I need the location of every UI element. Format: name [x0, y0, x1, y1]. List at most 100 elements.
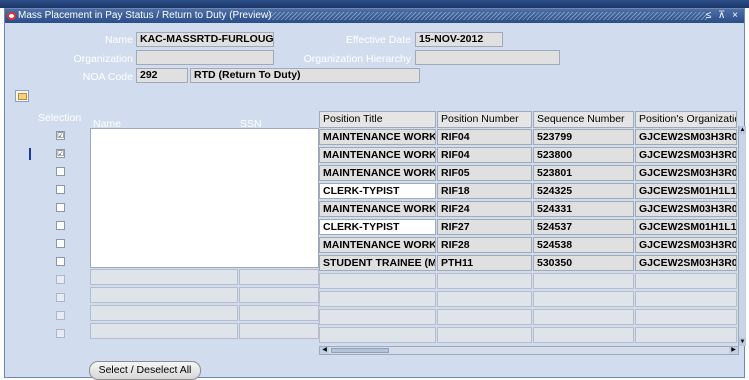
row-1-checkbox[interactable]: ☑: [56, 131, 65, 140]
empty-name-cell[interactable]: [90, 323, 238, 339]
row-6-checkbox[interactable]: [56, 221, 65, 230]
noa-code-label: NOA Code: [82, 71, 133, 83]
row-4-checkbox[interactable]: [56, 185, 65, 194]
horizontal-scrollbar[interactable]: ◀ ▶: [319, 346, 739, 355]
position-organization-header[interactable]: Position's Organization: [635, 111, 737, 128]
sequence-number-cell[interactable]: 523800: [533, 147, 634, 163]
position-title-header[interactable]: Position Title: [319, 111, 436, 128]
empty-cell[interactable]: [319, 327, 436, 343]
sequence-number-cell[interactable]: 523801: [533, 165, 634, 181]
organization-cell[interactable]: GJCEW2SM03H3R0JI: [635, 147, 737, 163]
empty-cell[interactable]: [635, 327, 737, 343]
position-title-cell[interactable]: MAINTENANCE WORKER: [319, 237, 436, 253]
noa-code-field[interactable]: 292: [136, 68, 188, 83]
row-7-checkbox[interactable]: [56, 239, 65, 248]
effective-date-field[interactable]: 15-NOV-2012: [415, 32, 503, 47]
title-hatch-decoration: [267, 12, 707, 20]
empty-cell[interactable]: [319, 273, 436, 289]
position-title-cell[interactable]: CLERK-TYPIST: [319, 183, 436, 199]
empty-cell[interactable]: [437, 291, 532, 307]
scroll-down-icon[interactable]: ▼: [739, 338, 746, 346]
position-title-cell[interactable]: MAINTENANCE WORKER: [319, 165, 436, 181]
row-3-checkbox[interactable]: [56, 167, 65, 176]
empty-cell[interactable]: [437, 273, 532, 289]
position-title-cell[interactable]: CLERK-TYPIST: [319, 219, 436, 235]
position-number-cell[interactable]: PTH11: [437, 255, 532, 271]
sequence-number-cell[interactable]: 524325: [533, 183, 634, 199]
empty-cell[interactable]: [533, 273, 634, 289]
empty-cell[interactable]: [533, 309, 634, 325]
empty-name-cell[interactable]: [90, 269, 238, 285]
organization-hierarchy-field[interactable]: [415, 50, 560, 65]
horizontal-scroll-thumb[interactable]: [331, 348, 389, 353]
organization-cell[interactable]: GJCEW2SM03H3R0JI: [635, 255, 737, 271]
sequence-number-cell[interactable]: 524537: [533, 219, 634, 235]
row-12-checkbox[interactable]: [56, 329, 65, 338]
empty-cell[interactable]: [437, 327, 532, 343]
effective-date-label: Effective Date: [345, 34, 411, 46]
empty-ssn-cell[interactable]: [239, 305, 319, 321]
empty-name-cell[interactable]: [90, 287, 238, 303]
empty-cell[interactable]: [533, 327, 634, 343]
row-2-checkbox[interactable]: ☑: [56, 149, 65, 158]
empty-ssn-cell[interactable]: [239, 287, 319, 303]
selection-header: Selection: [38, 112, 82, 124]
mass-placement-window: Mass Placement in Pay Status / Return to…: [4, 8, 746, 380]
organization-cell[interactable]: GJCEW2SM03H3R0JI: [635, 129, 737, 145]
scroll-up-icon[interactable]: ▲: [739, 126, 746, 134]
organization-cell[interactable]: GJCEW2SM03H3R0J/: [635, 165, 737, 181]
position-number-cell[interactable]: RIF28: [437, 237, 532, 253]
row-9-checkbox[interactable]: [56, 275, 65, 284]
select-deselect-all-button[interactable]: Select / Deselect All: [89, 361, 201, 380]
name-field[interactable]: KAC-MASSRTD-FURLOUGHN: [136, 32, 274, 47]
empty-name-cell[interactable]: [90, 305, 238, 321]
organization-cell[interactable]: GJCEW2SM01H1L15:: [635, 183, 737, 199]
empty-cell[interactable]: [437, 309, 532, 325]
name-ssn-panel: [90, 128, 319, 268]
scroll-left-icon[interactable]: ◀: [320, 347, 329, 354]
organization-cell[interactable]: GJCEW2SM01H1L15:: [635, 219, 737, 235]
sequence-number-header[interactable]: Sequence Number: [533, 111, 634, 128]
row-8-checkbox[interactable]: [56, 257, 65, 266]
organization-cell[interactable]: GJCEW2SM03H3R0J/: [635, 201, 737, 217]
position-number-cell[interactable]: RIF05: [437, 165, 532, 181]
sequence-number-cell[interactable]: 530350: [533, 255, 634, 271]
empty-cell[interactable]: [635, 273, 737, 289]
empty-cell[interactable]: [635, 309, 737, 325]
title-bar: Mass Placement in Pay Status / Return to…: [5, 9, 744, 23]
row-5-checkbox[interactable]: [56, 203, 65, 212]
sequence-number-cell[interactable]: 524538: [533, 237, 634, 253]
position-number-cell[interactable]: RIF18: [437, 183, 532, 199]
position-title-cell[interactable]: MAINTENANCE WORKER: [319, 129, 436, 145]
vertical-scrollbar[interactable]: ▲ ▼: [738, 126, 746, 346]
organization-field[interactable]: [136, 50, 274, 65]
position-number-header[interactable]: Position Number: [437, 111, 532, 128]
empty-cell[interactable]: [533, 291, 634, 307]
position-title-cell[interactable]: MAINTENANCE WORKER: [319, 147, 436, 163]
organization-label: Organization: [73, 53, 133, 65]
sequence-number-cell[interactable]: 523799: [533, 129, 634, 145]
folder-icon[interactable]: [15, 90, 29, 102]
maximize-icon[interactable]: ⊼: [718, 10, 727, 21]
current-row-indicator: [29, 148, 31, 160]
row-10-checkbox[interactable]: [56, 293, 65, 302]
empty-ssn-cell[interactable]: [239, 269, 319, 285]
sequence-number-cell[interactable]: 524331: [533, 201, 634, 217]
window-controls: ≤ ⊼ ×: [706, 9, 740, 23]
empty-cell[interactable]: [319, 309, 436, 325]
position-number-cell[interactable]: RIF27: [437, 219, 532, 235]
position-title-cell[interactable]: STUDENT TRAINEE (MAIN: [319, 255, 436, 271]
oracle-window-icon: [7, 12, 16, 20]
position-title-cell[interactable]: MAINTENANCE WORKER: [319, 201, 436, 217]
scroll-right-icon[interactable]: ▶: [729, 347, 738, 354]
empty-ssn-cell[interactable]: [239, 323, 319, 339]
empty-cell[interactable]: [319, 291, 436, 307]
position-number-cell[interactable]: RIF24: [437, 201, 532, 217]
row-11-checkbox[interactable]: [56, 311, 65, 320]
organization-cell[interactable]: GJCEW2SM03H3R0J/: [635, 237, 737, 253]
position-number-cell[interactable]: RIF04: [437, 147, 532, 163]
close-icon[interactable]: ×: [732, 10, 740, 21]
position-number-cell[interactable]: RIF04: [437, 129, 532, 145]
empty-cell[interactable]: [635, 291, 737, 307]
minimize-icon[interactable]: ≤: [706, 10, 714, 21]
